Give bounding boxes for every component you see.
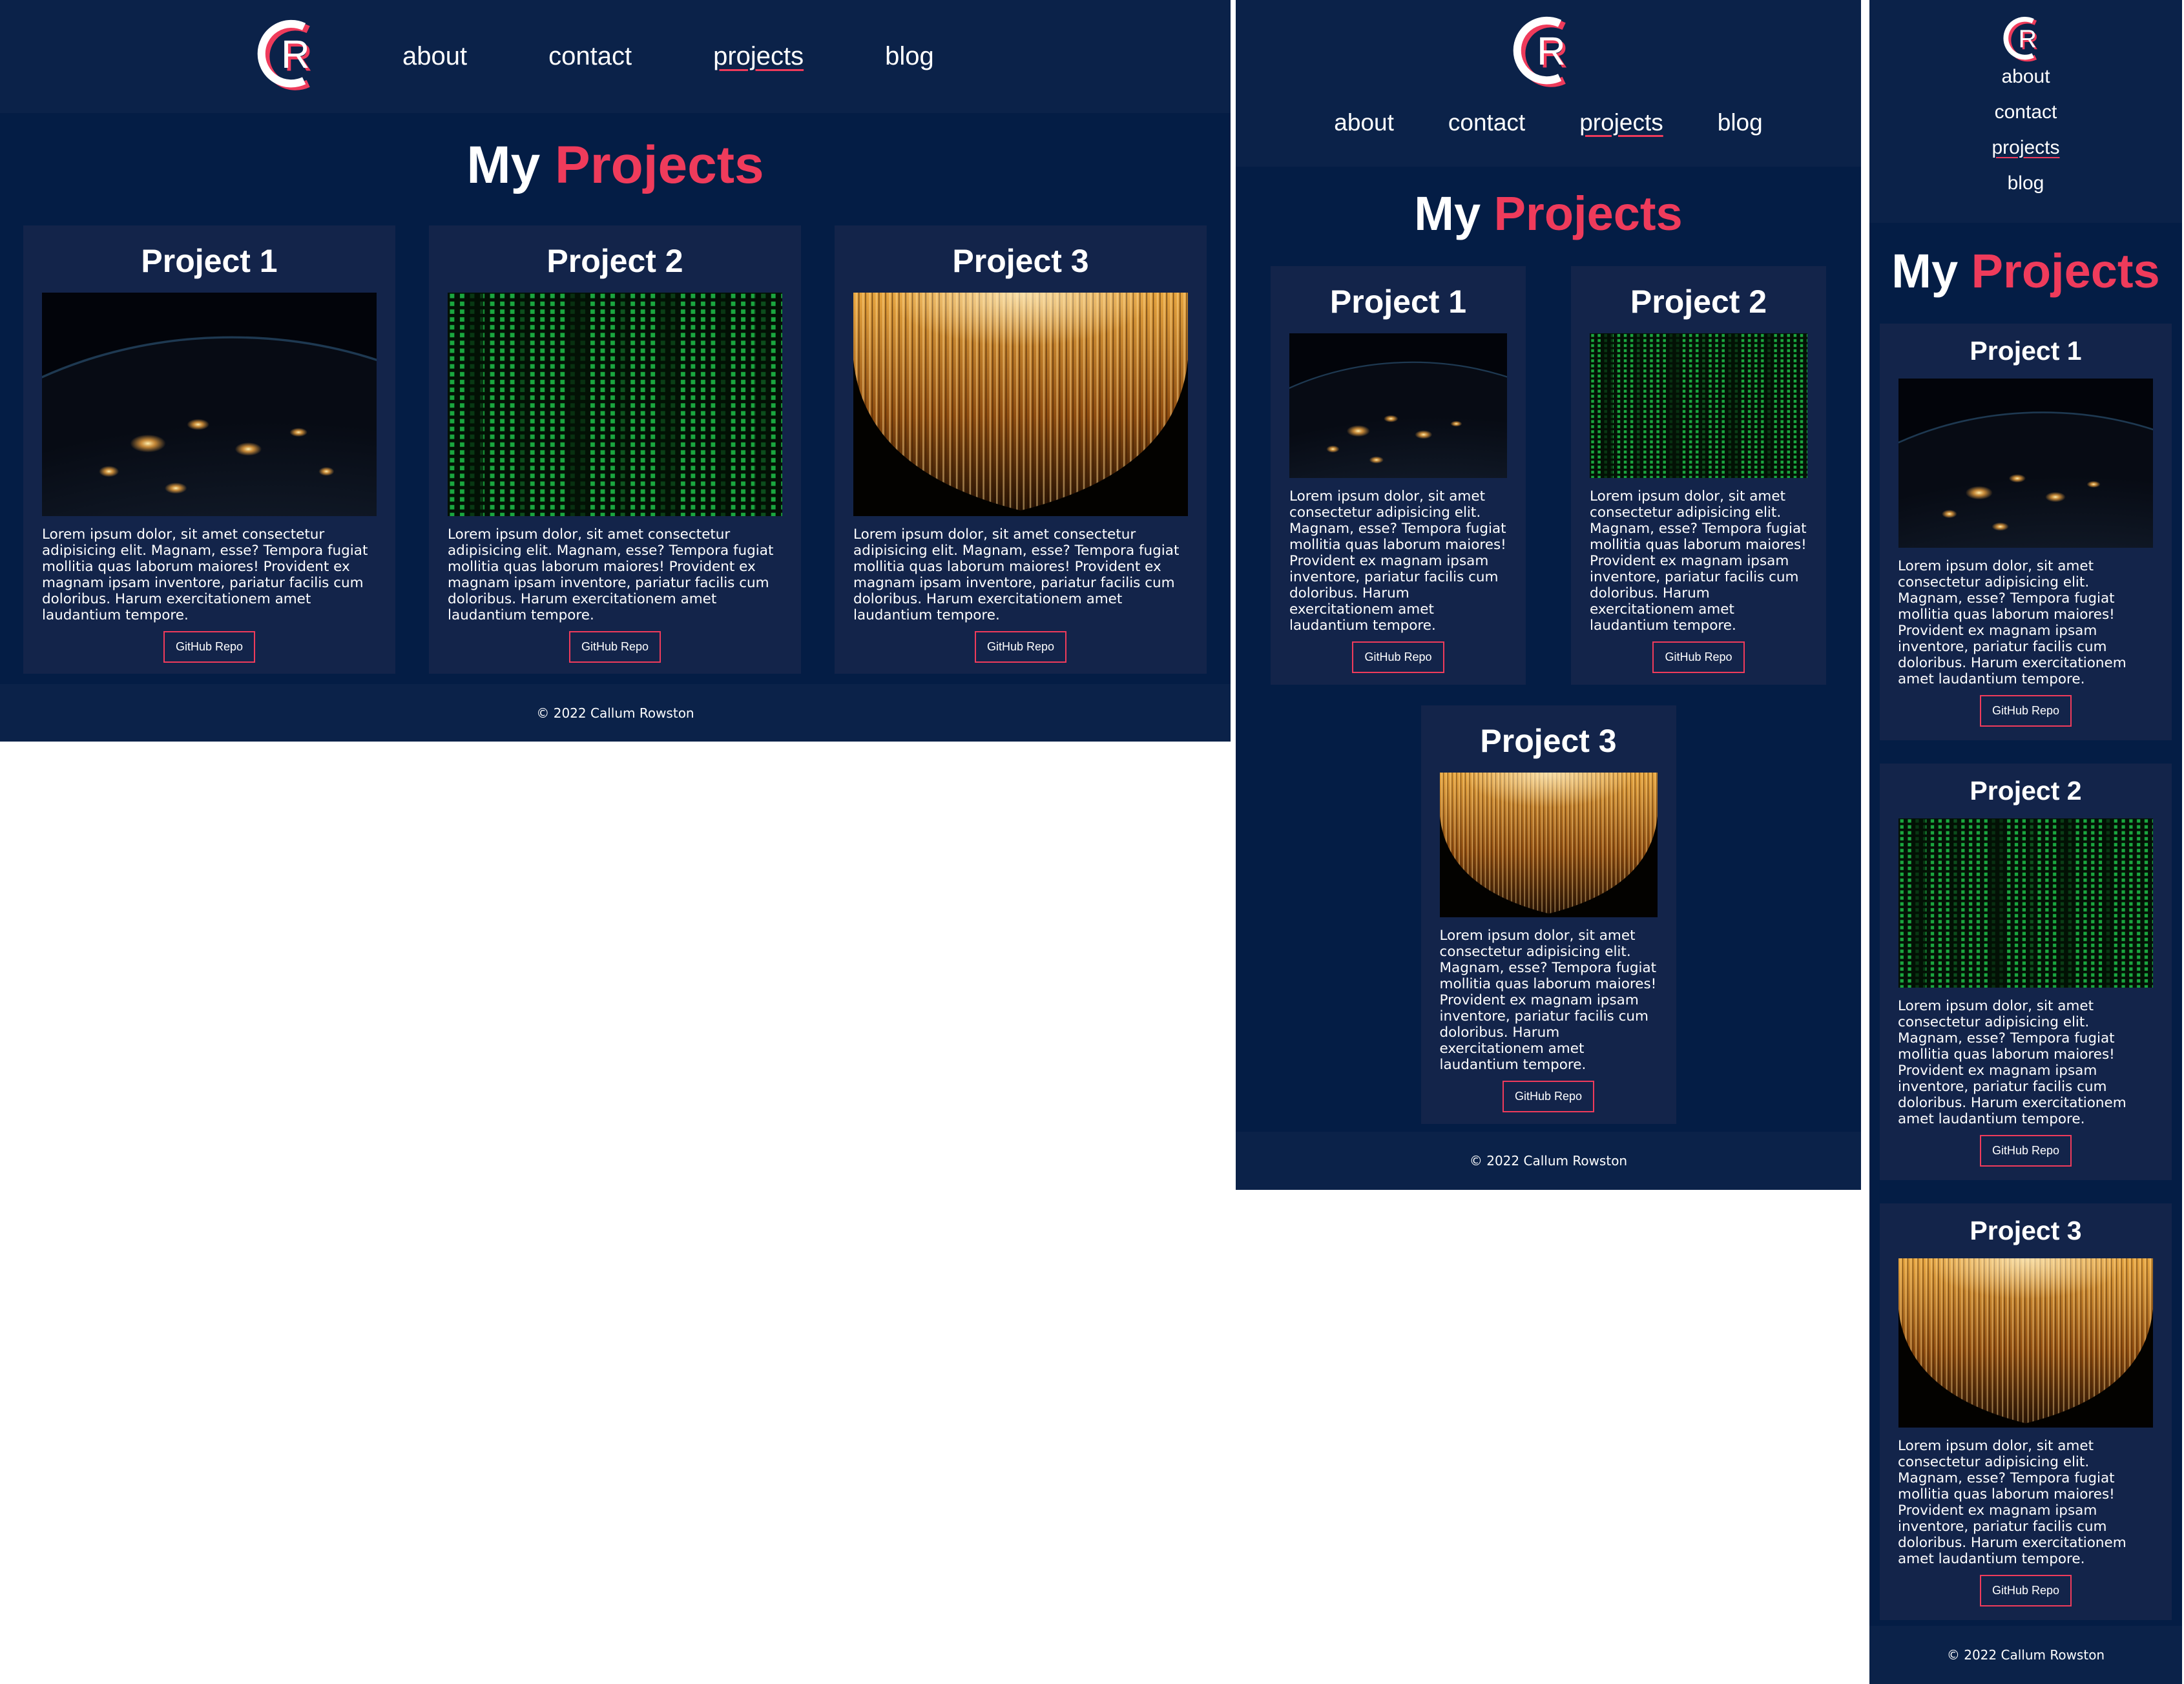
project-card: Project 3 Lorem ipsum dolor, sit amet co… xyxy=(1420,705,1676,1124)
project-card: Project 2 Lorem ipsum dolor, sit amet co… xyxy=(1880,764,2172,1180)
site-footer: © 2022 Callum Rowston xyxy=(0,684,1231,742)
svg-text:R: R xyxy=(1537,29,1565,74)
copyright-text: © 2022 Callum Rowston xyxy=(1469,1153,1628,1169)
github-repo-button[interactable]: GitHub Repo xyxy=(1979,1135,2072,1167)
site-header: RR about contact projects blog xyxy=(0,0,1231,113)
nav-link-about[interactable]: about xyxy=(1334,109,1394,136)
github-repo-button[interactable]: GitHub Repo xyxy=(1652,641,1745,673)
svg-text:R: R xyxy=(2019,25,2037,53)
page-title: My Projects xyxy=(1869,247,2182,295)
page-title: My Projects xyxy=(0,139,1231,192)
project-card: Project 2 Lorem ipsum dolor, sit amet co… xyxy=(429,225,801,674)
desktop-view: RR about contact projects blog My Projec… xyxy=(0,0,1231,742)
project-card: Project 1 Lorem ipsum dolor, sit amet co… xyxy=(1880,324,2172,740)
earth-at-night-image xyxy=(1898,379,2153,548)
project-description: Lorem ipsum dolor, sit amet consectetur … xyxy=(42,526,368,623)
project-title: Project 2 xyxy=(546,243,683,279)
logo-icon[interactable]: RR xyxy=(2003,14,2048,66)
project-card: Project 1 Lorem ipsum dolor, sit amet co… xyxy=(1271,266,1526,685)
main-nav: about contact projects blog xyxy=(402,42,934,71)
project-title: Project 2 xyxy=(1970,776,2082,806)
golden-light-streaks-image xyxy=(1898,1258,2153,1428)
nav-link-contact[interactable]: contact xyxy=(548,42,632,71)
project-title: Project 3 xyxy=(952,243,1089,279)
earth-at-night-image xyxy=(42,293,377,516)
site-footer: © 2022 Callum Rowston xyxy=(1869,1626,2182,1684)
github-repo-button[interactable]: GitHub Repo xyxy=(568,631,661,663)
green-code-rain-image xyxy=(1590,333,1807,478)
github-repo-button[interactable]: GitHub Repo xyxy=(163,631,256,663)
page-title-prefix: My xyxy=(1891,244,1959,298)
green-code-rain-image xyxy=(448,293,782,516)
nav-link-about[interactable]: about xyxy=(2001,66,2050,88)
golden-light-streaks-image xyxy=(1439,773,1658,917)
project-description: Lorem ipsum dolor, sit amet consectetur … xyxy=(1439,928,1657,1073)
nav-link-blog[interactable]: blog xyxy=(885,42,934,71)
project-title: Project 1 xyxy=(141,243,278,279)
project-card: Project 3 Lorem ipsum dolor, sit amet co… xyxy=(835,225,1207,674)
nav-link-blog[interactable]: blog xyxy=(1718,109,1763,136)
golden-light-streaks-image xyxy=(853,293,1188,516)
page-title-accent: Projects xyxy=(1493,187,1683,240)
nav-link-projects[interactable]: projects xyxy=(1579,109,1663,136)
logo-icon[interactable]: RR xyxy=(1513,13,1584,94)
project-title: Project 3 xyxy=(1970,1216,2082,1245)
earth-at-night-image xyxy=(1289,333,1507,478)
github-repo-button[interactable]: GitHub Repo xyxy=(1352,641,1444,673)
tablet-view: RR about contact projects blog My Projec… xyxy=(1236,0,1861,1190)
page-title-prefix: My xyxy=(1414,187,1481,240)
github-repo-button[interactable]: GitHub Repo xyxy=(1979,695,2072,727)
svg-text:R: R xyxy=(281,32,309,77)
project-grid: Project 1 Lorem ipsum dolor, sit amet co… xyxy=(1236,266,1861,1124)
page-title-accent: Projects xyxy=(1971,244,2160,298)
github-repo-button[interactable]: GitHub Repo xyxy=(1502,1081,1595,1112)
nav-link-blog[interactable]: blog xyxy=(2008,172,2044,194)
nav-link-projects[interactable]: projects xyxy=(1992,137,2059,159)
project-description: Lorem ipsum dolor, sit amet consectetur … xyxy=(853,526,1180,623)
copyright-text: © 2022 Callum Rowston xyxy=(536,705,694,721)
project-card: Project 1 Lorem ipsum dolor, sit amet co… xyxy=(23,225,395,674)
page-title-prefix: My xyxy=(466,136,541,194)
nav-link-projects[interactable]: projects xyxy=(713,42,804,71)
project-title: Project 1 xyxy=(1329,284,1467,320)
site-header: RR about contact projects blog xyxy=(1869,0,2182,223)
logo-icon[interactable]: RR xyxy=(257,16,328,97)
main-nav: about contact projects blog xyxy=(1992,66,2059,194)
mobile-view: RR about contact projects blog My Projec… xyxy=(1869,0,2182,1684)
nav-link-contact[interactable]: contact xyxy=(1995,101,2057,123)
main-nav: about contact projects blog xyxy=(1334,109,1762,136)
project-title: Project 3 xyxy=(1480,723,1617,759)
github-repo-button[interactable]: GitHub Repo xyxy=(974,631,1067,663)
project-title: Project 2 xyxy=(1630,284,1767,320)
project-description: Lorem ipsum dolor, sit amet consectetur … xyxy=(1898,1438,2127,1567)
copyright-text: © 2022 Callum Rowston xyxy=(1946,1647,2105,1663)
nav-link-about[interactable]: about xyxy=(402,42,467,71)
project-description: Lorem ipsum dolor, sit amet consectetur … xyxy=(1590,488,1807,634)
project-card: Project 3 Lorem ipsum dolor, sit amet co… xyxy=(1880,1203,2172,1620)
page-title: My Projects xyxy=(1236,190,1861,238)
project-description: Lorem ipsum dolor, sit amet consectetur … xyxy=(1898,558,2127,687)
site-footer: © 2022 Callum Rowston xyxy=(1236,1132,1861,1190)
project-grid: Project 1 Lorem ipsum dolor, sit amet co… xyxy=(0,225,1231,674)
project-card: Project 2 Lorem ipsum dolor, sit amet co… xyxy=(1571,266,1826,685)
page-title-accent: Projects xyxy=(555,136,764,194)
green-code-rain-image xyxy=(1898,818,2153,988)
project-description: Lorem ipsum dolor, sit amet consectetur … xyxy=(1898,998,2127,1127)
github-repo-button[interactable]: GitHub Repo xyxy=(1979,1575,2072,1606)
project-description: Lorem ipsum dolor, sit amet consectetur … xyxy=(448,526,774,623)
project-title: Project 1 xyxy=(1970,336,2082,366)
nav-link-contact[interactable]: contact xyxy=(1448,109,1525,136)
project-grid: Project 1 Lorem ipsum dolor, sit amet co… xyxy=(1869,324,2182,1620)
project-description: Lorem ipsum dolor, sit amet consectetur … xyxy=(1289,488,1506,634)
site-header: RR about contact projects blog xyxy=(1236,0,1861,167)
